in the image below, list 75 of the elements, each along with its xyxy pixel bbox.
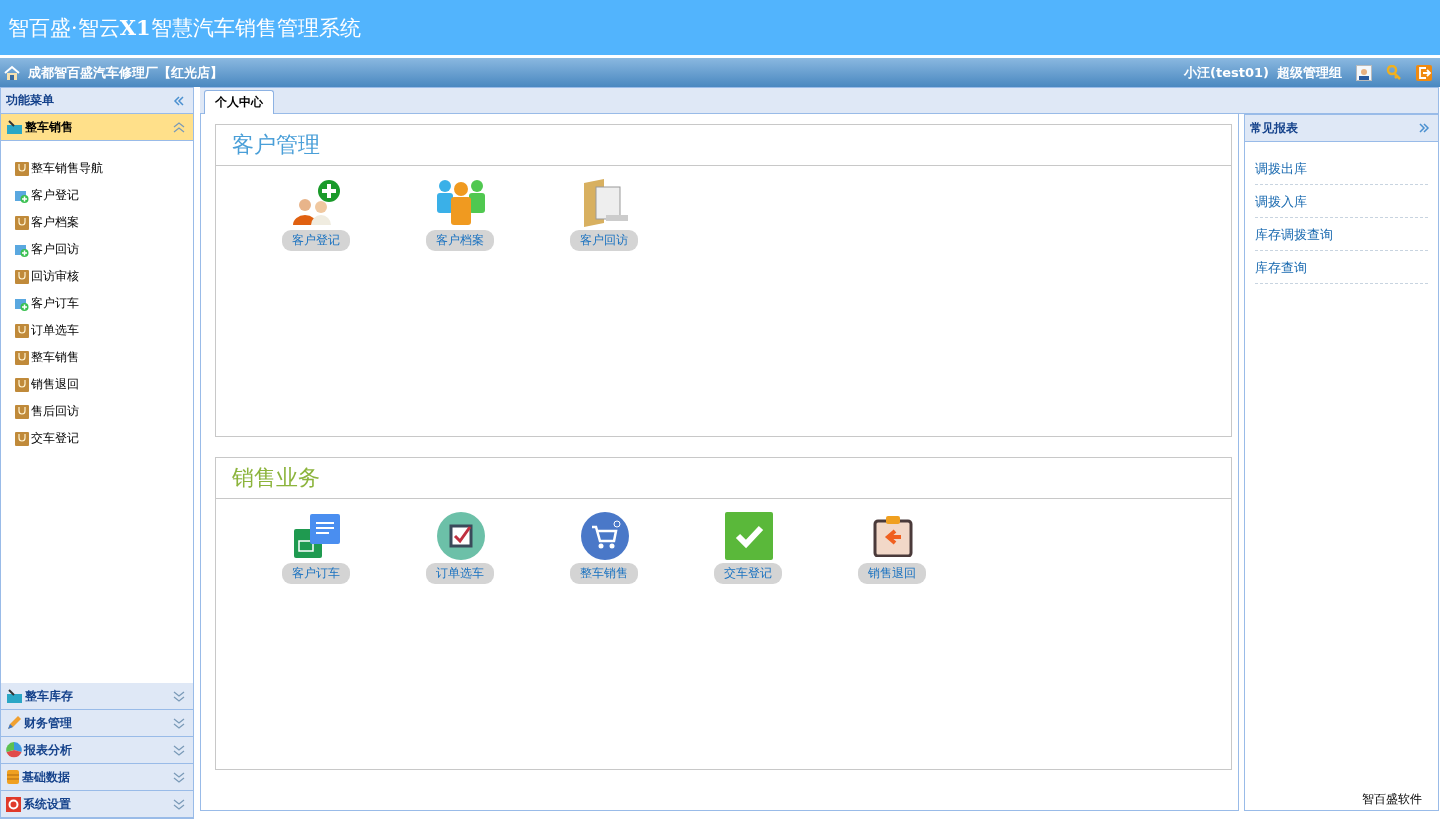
bag-add-icon [15,296,29,311]
checkmark-icon [725,512,773,560]
menu-item[interactable]: 整车销售导航 [1,155,193,182]
expand-icon[interactable] [1418,123,1430,133]
tab[interactable]: 个人中心 [204,90,274,114]
expand-icon[interactable] [173,690,185,702]
user-role: 超级管理组 [1277,63,1342,82]
expand-icon[interactable] [173,798,185,810]
panel-title: 销售业务 [216,458,1231,499]
bag-icon [15,161,29,176]
shortcut-button[interactable]: 销售退回 [858,563,926,584]
menu-item[interactable]: 客户登记 [1,182,193,209]
store-name: 成都智百盛汽车修理厂【红光店】 [28,63,223,82]
menu-group-header[interactable]: 基础数据 [1,764,193,791]
panel-title: 客户管理 [216,125,1231,166]
toolbox-icon [6,119,23,135]
menu-item[interactable]: 订单选车 [1,317,193,344]
database-icon [6,769,20,785]
shortcut-button[interactable]: 交车登记 [714,563,782,584]
shortcut-button[interactable]: 客户回访 [570,230,638,251]
user-name: 小汪(test01) [1184,63,1269,82]
menu-group-header[interactable]: 整车销售 [1,114,193,141]
menu-group-header[interactable]: 财务管理 [1,710,193,737]
expand-icon[interactable] [173,744,185,756]
bag-add-icon [15,242,29,257]
menu-item[interactable]: 客户回访 [1,236,193,263]
collapse-icon[interactable] [173,95,185,106]
menu-title: 功能菜单 [6,92,54,109]
report-link[interactable]: 调拨出库 [1255,152,1428,185]
clipboard-icon [873,515,913,557]
bag-icon [15,377,29,392]
app-title: 智百盛·智云X1智慧汽车销售管理系统 [8,13,361,42]
people-add-icon [291,179,343,227]
menu-item[interactable]: 整车销售 [1,344,193,371]
menu-item[interactable]: 回访审核 [1,263,193,290]
bag-icon [15,215,29,230]
people-icon [436,180,486,226]
bag-icon [15,269,29,284]
shortcut-button[interactable]: 整车销售 [570,563,638,584]
report-link[interactable]: 调拨入库 [1255,185,1428,218]
collapse-icon[interactable] [173,121,185,133]
shortcut-button[interactable]: 客户档案 [426,230,494,251]
expand-icon[interactable] [173,717,185,729]
menu-group-header[interactable]: 系统设置 [1,791,193,818]
expand-icon[interactable] [173,771,185,783]
profile-icon[interactable] [1356,64,1372,81]
bag-add-icon [15,188,29,203]
shortcut-button[interactable]: 订单选车 [426,563,494,584]
footer-text: 智百盛软件 [1362,792,1422,806]
documents-icon [293,513,341,559]
house-icon [4,64,20,81]
toolbox-icon [6,688,23,704]
panel-title: 常见报表 [1250,119,1298,137]
logout-icon[interactable] [1416,64,1432,81]
gear-icon [6,796,21,812]
bag-icon [15,323,29,338]
bag-icon [15,350,29,365]
menu-item[interactable]: 客户档案 [1,209,193,236]
shortcut-button[interactable]: 客户登记 [282,230,350,251]
bag-icon [15,404,29,419]
pie-chart-icon [6,742,22,758]
report-link[interactable]: 库存查询 [1255,251,1428,284]
menu-item[interactable]: 售后回访 [1,398,193,425]
menu-item[interactable]: 销售退回 [1,371,193,398]
key-icon[interactable] [1386,64,1402,81]
menu-item[interactable]: 交车登记 [1,425,193,452]
shortcut-button[interactable]: 客户订车 [282,563,350,584]
menu-group-header[interactable]: 整车库存 [1,683,193,710]
menu-group-header[interactable]: 报表分析 [1,737,193,764]
menu-item[interactable]: 客户订车 [1,290,193,317]
cart-icon [581,512,629,560]
pencil-icon [6,715,22,731]
bag-icon [15,431,29,446]
report-link[interactable]: 库存调拨查询 [1255,218,1428,251]
checkbox-icon [437,512,485,560]
